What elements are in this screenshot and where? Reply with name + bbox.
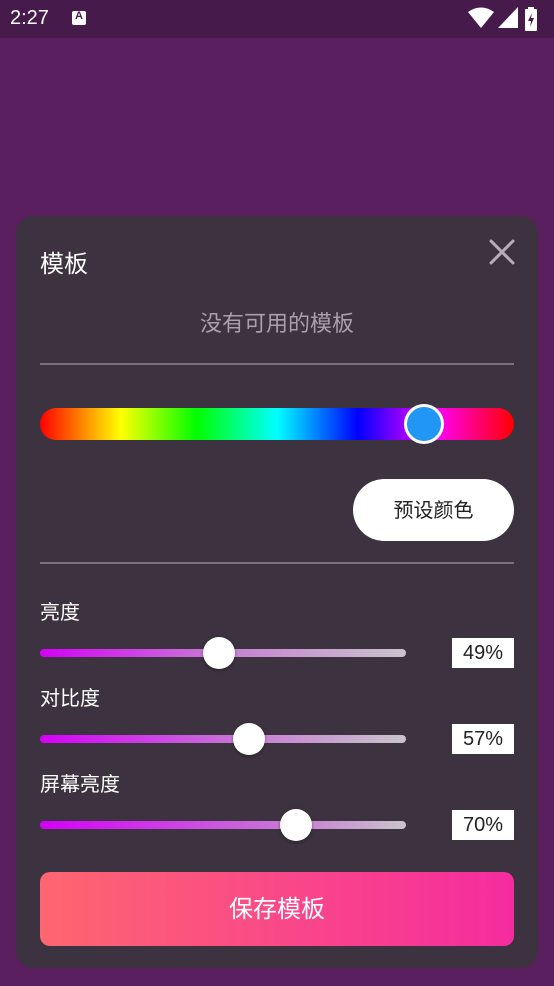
brightness-label: 亮度	[40, 600, 80, 624]
hue-slider-thumb[interactable]	[403, 404, 444, 444]
save-template-button[interactable]: 保存模板	[40, 872, 514, 946]
status-bar: 2:27	[0, 0, 554, 38]
contrast-slider-thumb[interactable]	[232, 723, 265, 755]
status-time: 2:27	[10, 7, 49, 29]
cell-signal-icon	[498, 7, 518, 28]
contrast-label: 对比度	[40, 686, 100, 710]
sheet-title: 模板	[40, 250, 88, 278]
app-notification-icon	[72, 10, 86, 25]
brightness-slider-thumb[interactable]	[203, 637, 236, 669]
template-sheet: 模板 没有可用的模板 预设颜色 亮度 49% 对比度 57% 屏幕亮度 70% …	[16, 216, 538, 968]
screen-brightness-slider[interactable]	[40, 821, 406, 829]
screen-brightness-label: 屏幕亮度	[40, 772, 120, 796]
contrast-slider[interactable]	[40, 735, 406, 743]
battery-charging-icon	[525, 7, 537, 31]
divider	[40, 363, 514, 365]
close-icon[interactable]	[488, 238, 516, 266]
brightness-value: 49%	[452, 638, 514, 668]
status-icons	[464, 7, 544, 31]
contrast-value: 57%	[452, 724, 514, 754]
screen-brightness-value: 70%	[452, 810, 514, 840]
wifi-icon	[468, 7, 494, 28]
preset-colors-button[interactable]: 预设颜色	[353, 479, 514, 541]
empty-templates-message: 没有可用的模板	[199, 312, 354, 337]
divider	[40, 562, 514, 564]
screen-brightness-slider-thumb[interactable]	[280, 809, 313, 841]
